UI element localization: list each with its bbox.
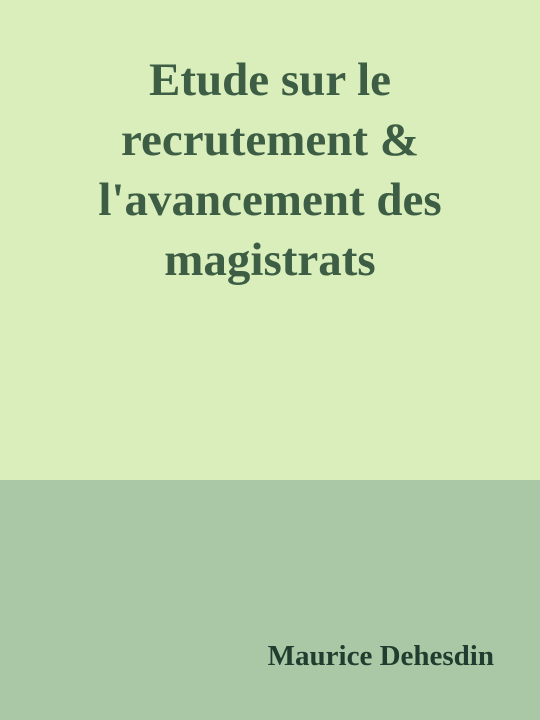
book-author: Maurice Dehesdin (267, 640, 494, 672)
title-panel: Etude sur le recrutement & l'avancement … (0, 0, 540, 480)
book-cover: Etude sur le recrutement & l'avancement … (0, 0, 540, 720)
book-title-line-2: recrutement & (121, 114, 419, 166)
book-title-line-1: Etude sur le (149, 54, 391, 106)
book-title-line-3: l'avancement des (98, 174, 442, 226)
author-panel (0, 480, 540, 720)
book-title: Etude sur le recrutement & l'avancement … (20, 50, 520, 290)
book-title-line-4: magistrats (164, 234, 376, 286)
